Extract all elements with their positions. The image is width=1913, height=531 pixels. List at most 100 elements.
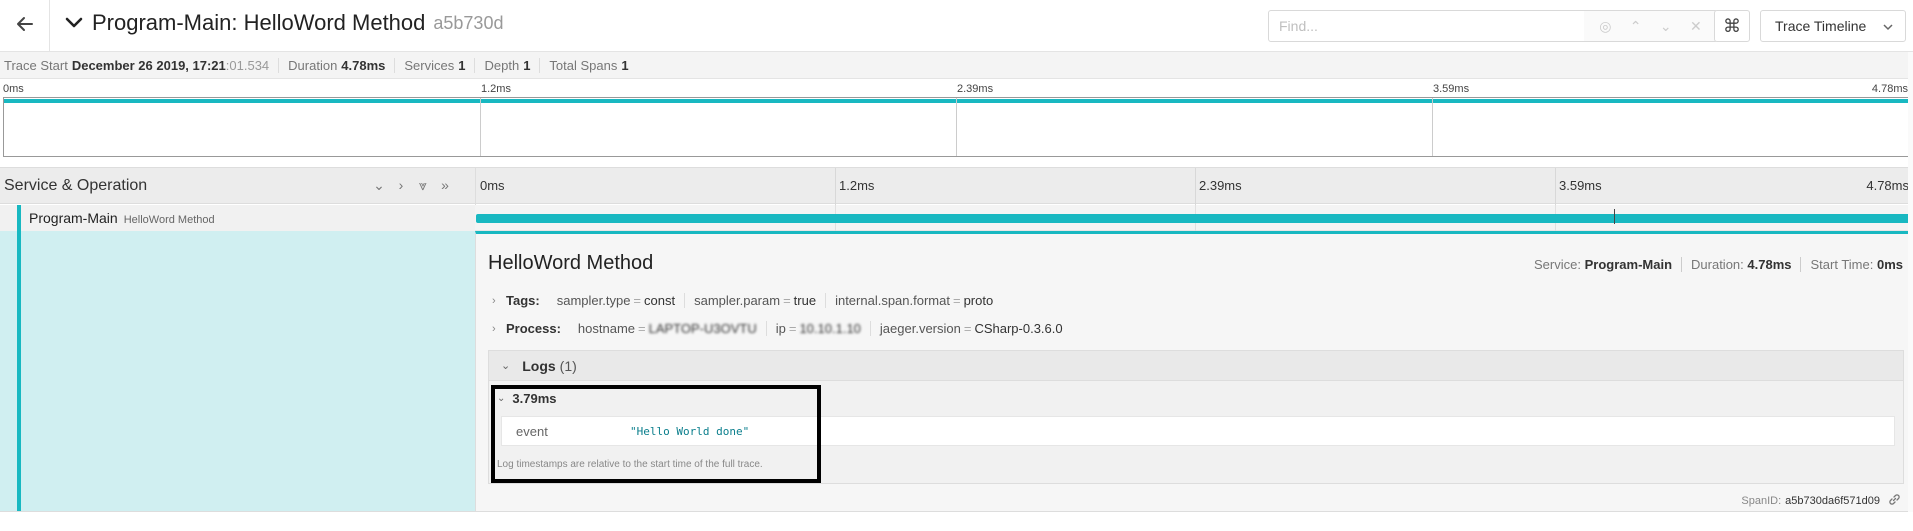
detail-operation-title: HelloWord Method (488, 252, 654, 274)
timeline-tick: 0ms (480, 178, 505, 193)
detail-duration: Duration: 4.78ms (1682, 257, 1802, 272)
timeline-gridline (835, 168, 836, 205)
logs-header[interactable]: ⌄ Logs (1) (489, 351, 1903, 381)
minimap-tick: 2.39ms (957, 83, 994, 95)
service-operation-header: Service & Operation (4, 177, 148, 194)
log-timestamp-note: Log timestamps are relative to the start… (497, 459, 763, 470)
tags-row[interactable]: › Tags: sampler.type = const sampler.param… (492, 293, 1002, 308)
duration-label: Duration (288, 57, 338, 73)
trace-summary: Trace Start December 26 2019, 17:21:01.5… (0, 52, 1913, 79)
services-label: Services (404, 57, 455, 73)
back-button[interactable] (0, 0, 50, 51)
detail-duration-value: 4.78ms (1747, 257, 1792, 272)
tag-value: true (793, 293, 817, 308)
span-id-row: SpanID: a5b730da6f571d09 (1741, 493, 1901, 509)
trace-start-label: Trace Start (4, 57, 68, 73)
tag-pair: sampler.type = const (548, 293, 686, 308)
tags-label: Tags: (506, 293, 540, 308)
detail-service: Service: Program-Main (1525, 257, 1683, 272)
summary-duration: Duration 4.78ms (288, 57, 396, 73)
view-select-label: Trace Timeline (1775, 18, 1867, 34)
span-detail-left-gutter (0, 231, 475, 511)
logs-label: Logs (522, 357, 556, 374)
span-name-cell[interactable]: Program-Main HelloWord Method (0, 205, 475, 231)
trace-title: Program-Main: HelloWord Method (92, 10, 426, 35)
view-select[interactable]: Trace Timeline (1760, 10, 1906, 42)
total-spans-label: Total Spans (549, 57, 618, 73)
process-key: hostname (577, 321, 636, 336)
trace-start-value: December 26 2019, 17:21:01.534 (72, 58, 269, 73)
find-input[interactable] (1269, 11, 1587, 41)
link-icon[interactable] (1888, 493, 1901, 509)
span-id-label: SpanID: (1741, 495, 1782, 507)
chevron-right-icon: › (492, 294, 496, 307)
span-operation-label: HelloWord Method (123, 214, 215, 226)
collapse-all-icon[interactable]: ⩔ (414, 177, 432, 194)
total-spans-value: 1 (621, 57, 629, 73)
timeline-tick: 1.2ms (839, 178, 875, 193)
summary-trace-start: Trace Start December 26 2019, 17:21:01.5… (4, 57, 280, 73)
locate-icon[interactable]: ◎ (1599, 18, 1611, 35)
timeline-gridline (1555, 168, 1556, 205)
span-duration-bar[interactable] (476, 214, 1913, 223)
expand-all-icon[interactable]: » (436, 177, 454, 194)
minimap-gridline (1432, 98, 1433, 156)
log-entry-header[interactable]: ⌄ 3.79ms (497, 391, 556, 406)
tag-key: sampler.type (556, 293, 631, 308)
tag-value: proto (963, 293, 994, 308)
find-box (1268, 10, 1592, 42)
expand-one-icon[interactable]: › (392, 177, 410, 194)
tag-value: const (644, 293, 676, 308)
trace-header: Program-Main: HelloWord Method a5b730d ◎… (0, 0, 1913, 52)
collapse-one-icon[interactable]: ⌄ (370, 177, 388, 194)
tag-pair: internal.span.format = proto (835, 293, 994, 308)
detail-start-time: Start Time: 0ms (1801, 257, 1903, 272)
minimap-ticks: 0ms 1.2ms 2.39ms 3.59ms 4.78ms (0, 80, 1913, 98)
chevron-right-icon: › (492, 322, 496, 335)
minimap-tick: 3.59ms (1433, 83, 1470, 95)
minimap-tick: 4.78ms (1871, 83, 1908, 95)
keyboard-shortcuts-button[interactable]: ⌘ (1714, 10, 1750, 42)
scrollbar[interactable] (1908, 52, 1913, 512)
span-service-label: Program-Main (29, 210, 118, 226)
command-icon: ⌘ (1723, 15, 1741, 36)
services-value: 1 (458, 57, 466, 73)
span-log-marker[interactable] (1614, 209, 1615, 224)
process-value-redacted: 10.10.1.10 (799, 321, 861, 336)
process-pair: jaeger.version = CSharp-0.3.6.0 (879, 321, 1063, 336)
process-pair: ip = 10.10.1.10 (767, 321, 871, 336)
chevron-down-icon: ⌄ (497, 393, 506, 404)
depth-label: Depth (484, 57, 520, 73)
process-key: ip (775, 321, 786, 336)
span-service-name[interactable]: Program-Main HelloWord Method (29, 210, 215, 226)
chevron-down-icon (1883, 18, 1893, 34)
timeline-gridline (1195, 168, 1196, 205)
detail-overview: Service: Program-Main Duration: 4.78ms S… (1525, 257, 1903, 272)
column-resizer[interactable] (475, 168, 476, 205)
trace-start-ms: :01.534 (225, 57, 270, 73)
close-icon[interactable]: ✕ (1690, 18, 1702, 35)
minimap-tick: 1.2ms (481, 83, 511, 95)
duration-value: 4.78ms (341, 57, 386, 73)
chevron-down-icon: ⌄ (501, 360, 511, 372)
process-pair: hostname = LAPTOP-U3OVTU (569, 321, 767, 336)
trace-minimap[interactable] (3, 97, 1910, 157)
logs-count: (1) (559, 357, 577, 374)
chevron-up-icon[interactable]: ⌃ (1630, 18, 1642, 35)
log-field-key: event (516, 423, 548, 439)
tag-pair: sampler.param = true (685, 293, 827, 308)
process-value: CSharp-0.3.6.0 (974, 321, 1063, 336)
service-color-bar (17, 205, 21, 231)
trace-title-group[interactable]: Program-Main: HelloWord Method a5b730d (62, 10, 503, 36)
process-label: Process: (506, 321, 561, 336)
chevron-down-icon[interactable] (62, 11, 86, 35)
tag-key: internal.span.format (835, 293, 950, 308)
trace-start-date: December 26 2019, 17:21 (71, 57, 226, 73)
span-row[interactable]: Program-Main HelloWord Method (0, 205, 1913, 231)
log-fields-table: event "Hello World done" (501, 416, 1895, 446)
summary-services: Services 1 (404, 57, 476, 73)
chevron-down-small-icon[interactable]: ⌄ (1660, 18, 1672, 35)
service-color-bar (17, 231, 21, 511)
process-row[interactable]: › Process: hostname = LAPTOP-U3OVTU ip = 10.… (492, 321, 1072, 336)
detail-duration-label: Duration: (1691, 257, 1744, 272)
